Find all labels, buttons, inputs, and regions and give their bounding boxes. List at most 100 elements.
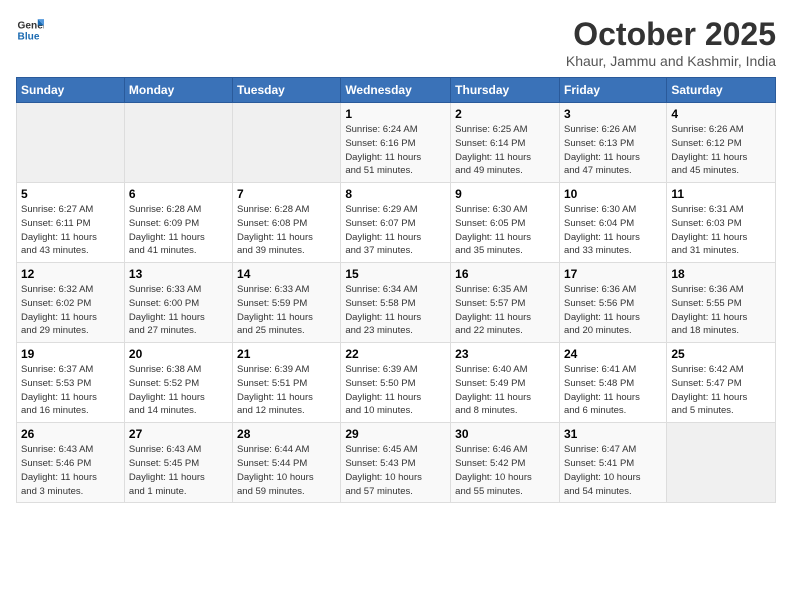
calendar-cell: [667, 423, 776, 503]
calendar-cell: 13 Sunrise: 6:33 AM Sunset: 6:00 PM Dayli…: [124, 263, 232, 343]
calendar-cell: 3 Sunrise: 6:26 AM Sunset: 6:13 PM Daylig…: [559, 103, 666, 183]
day-info: Sunrise: 6:25 AM Sunset: 6:14 PM Dayligh…: [455, 123, 555, 178]
header-day-tuesday: Tuesday: [233, 78, 341, 103]
day-number: 10: [564, 187, 662, 201]
day-info: Sunrise: 6:43 AM Sunset: 5:45 PM Dayligh…: [129, 443, 228, 498]
svg-text:Blue: Blue: [18, 31, 40, 42]
day-number: 19: [21, 347, 120, 361]
calendar-cell: 30 Sunrise: 6:46 AM Sunset: 5:42 PM Dayli…: [451, 423, 560, 503]
day-number: 14: [237, 267, 336, 281]
calendar-cell: 5 Sunrise: 6:27 AM Sunset: 6:11 PM Daylig…: [17, 183, 125, 263]
header-day-thursday: Thursday: [451, 78, 560, 103]
day-number: 4: [671, 107, 771, 121]
day-info: Sunrise: 6:44 AM Sunset: 5:44 PM Dayligh…: [237, 443, 336, 498]
calendar-cell: 11Sunrise: 6:31 AM Sunset: 6:03 PM Dayli…: [667, 183, 776, 263]
day-info: Sunrise: 6:43 AM Sunset: 5:46 PM Dayligh…: [21, 443, 120, 498]
title-block: October 2025 Khaur, Jammu and Kashmir, I…: [566, 16, 776, 69]
day-number: 31: [564, 427, 662, 441]
day-info: Sunrise: 6:46 AM Sunset: 5:42 PM Dayligh…: [455, 443, 555, 498]
calendar-cell: 24 Sunrise: 6:41 AM Sunset: 5:48 PM Dayli…: [559, 343, 666, 423]
day-info: Sunrise: 6:26 AM Sunset: 6:12 PM Dayligh…: [671, 123, 771, 178]
calendar-cell: 6 Sunrise: 6:28 AM Sunset: 6:09 PM Daylig…: [124, 183, 232, 263]
header-day-monday: Monday: [124, 78, 232, 103]
calendar-week-row: 5 Sunrise: 6:27 AM Sunset: 6:11 PM Daylig…: [17, 183, 776, 263]
page-header: General Blue October 2025 Khaur, Jammu a…: [16, 16, 776, 69]
calendar-cell: 8 Sunrise: 6:29 AM Sunset: 6:07 PM Daylig…: [341, 183, 451, 263]
day-info: Sunrise: 6:41 AM Sunset: 5:48 PM Dayligh…: [564, 363, 662, 418]
logo-icon: General Blue: [16, 16, 44, 44]
day-number: 30: [455, 427, 555, 441]
day-info: Sunrise: 6:39 AM Sunset: 5:51 PM Dayligh…: [237, 363, 336, 418]
calendar-cell: 9Sunrise: 6:30 AM Sunset: 6:05 PM Daylig…: [451, 183, 560, 263]
day-info: Sunrise: 6:29 AM Sunset: 6:07 PM Dayligh…: [345, 203, 446, 258]
month-title: October 2025: [566, 16, 776, 53]
calendar-cell: 12 Sunrise: 6:32 AM Sunset: 6:02 PM Dayli…: [17, 263, 125, 343]
location-subtitle: Khaur, Jammu and Kashmir, India: [566, 53, 776, 69]
day-number: 8: [345, 187, 446, 201]
logo: General Blue: [16, 16, 44, 44]
calendar-cell: 20Sunrise: 6:38 AM Sunset: 5:52 PM Dayli…: [124, 343, 232, 423]
day-number: 21: [237, 347, 336, 361]
calendar-cell: 10 Sunrise: 6:30 AM Sunset: 6:04 PM Dayli…: [559, 183, 666, 263]
calendar-cell: 26 Sunrise: 6:43 AM Sunset: 5:46 PM Dayli…: [17, 423, 125, 503]
calendar-cell: [233, 103, 341, 183]
day-number: 28: [237, 427, 336, 441]
day-number: 17: [564, 267, 662, 281]
calendar-body: 1 Sunrise: 6:24 AM Sunset: 6:16 PM Daylig…: [17, 103, 776, 503]
day-number: 3: [564, 107, 662, 121]
day-info: Sunrise: 6:28 AM Sunset: 6:09 PM Dayligh…: [129, 203, 228, 258]
day-info: Sunrise: 6:26 AM Sunset: 6:13 PM Dayligh…: [564, 123, 662, 178]
day-info: Sunrise: 6:47 AM Sunset: 5:41 PM Dayligh…: [564, 443, 662, 498]
header-day-saturday: Saturday: [667, 78, 776, 103]
day-info: Sunrise: 6:27 AM Sunset: 6:11 PM Dayligh…: [21, 203, 120, 258]
calendar-week-row: 19 Sunrise: 6:37 AM Sunset: 5:53 PM Dayli…: [17, 343, 776, 423]
day-number: 18: [671, 267, 771, 281]
day-number: 5: [21, 187, 120, 201]
calendar-cell: 7Sunrise: 6:28 AM Sunset: 6:08 PM Daylig…: [233, 183, 341, 263]
day-number: 7: [237, 187, 336, 201]
calendar-header-row: SundayMondayTuesdayWednesdayThursdayFrid…: [17, 78, 776, 103]
day-number: 1: [345, 107, 446, 121]
header-day-wednesday: Wednesday: [341, 78, 451, 103]
day-info: Sunrise: 6:30 AM Sunset: 6:04 PM Dayligh…: [564, 203, 662, 258]
day-number: 12: [21, 267, 120, 281]
calendar-cell: 15Sunrise: 6:34 AM Sunset: 5:58 PM Dayli…: [341, 263, 451, 343]
calendar-cell: 22 Sunrise: 6:39 AM Sunset: 5:50 PM Dayli…: [341, 343, 451, 423]
calendar-cell: 18 Sunrise: 6:36 AM Sunset: 5:55 PM Dayli…: [667, 263, 776, 343]
calendar-cell: [17, 103, 125, 183]
calendar-table: SundayMondayTuesdayWednesdayThursdayFrid…: [16, 77, 776, 503]
day-info: Sunrise: 6:34 AM Sunset: 5:58 PM Dayligh…: [345, 283, 446, 338]
day-number: 23: [455, 347, 555, 361]
day-info: Sunrise: 6:39 AM Sunset: 5:50 PM Dayligh…: [345, 363, 446, 418]
day-number: 22: [345, 347, 446, 361]
day-info: Sunrise: 6:36 AM Sunset: 5:55 PM Dayligh…: [671, 283, 771, 338]
day-info: Sunrise: 6:33 AM Sunset: 6:00 PM Dayligh…: [129, 283, 228, 338]
day-info: Sunrise: 6:24 AM Sunset: 6:16 PM Dayligh…: [345, 123, 446, 178]
day-number: 2: [455, 107, 555, 121]
calendar-cell: 31 Sunrise: 6:47 AM Sunset: 5:41 PM Dayli…: [559, 423, 666, 503]
day-number: 13: [129, 267, 228, 281]
header-day-friday: Friday: [559, 78, 666, 103]
calendar-cell: 27Sunrise: 6:43 AM Sunset: 5:45 PM Dayli…: [124, 423, 232, 503]
calendar-cell: 23Sunrise: 6:40 AM Sunset: 5:49 PM Dayli…: [451, 343, 560, 423]
day-info: Sunrise: 6:36 AM Sunset: 5:56 PM Dayligh…: [564, 283, 662, 338]
day-info: Sunrise: 6:45 AM Sunset: 5:43 PM Dayligh…: [345, 443, 446, 498]
day-number: 16: [455, 267, 555, 281]
day-info: Sunrise: 6:37 AM Sunset: 5:53 PM Dayligh…: [21, 363, 120, 418]
calendar-cell: 21 Sunrise: 6:39 AM Sunset: 5:51 PM Dayli…: [233, 343, 341, 423]
calendar-week-row: 12 Sunrise: 6:32 AM Sunset: 6:02 PM Dayli…: [17, 263, 776, 343]
calendar-cell: 29 Sunrise: 6:45 AM Sunset: 5:43 PM Dayli…: [341, 423, 451, 503]
day-number: 24: [564, 347, 662, 361]
header-day-sunday: Sunday: [17, 78, 125, 103]
day-number: 26: [21, 427, 120, 441]
day-info: Sunrise: 6:33 AM Sunset: 5:59 PM Dayligh…: [237, 283, 336, 338]
calendar-cell: 25Sunrise: 6:42 AM Sunset: 5:47 PM Dayli…: [667, 343, 776, 423]
calendar-cell: [124, 103, 232, 183]
day-info: Sunrise: 6:32 AM Sunset: 6:02 PM Dayligh…: [21, 283, 120, 338]
day-info: Sunrise: 6:35 AM Sunset: 5:57 PM Dayligh…: [455, 283, 555, 338]
day-number: 6: [129, 187, 228, 201]
calendar-week-row: 26 Sunrise: 6:43 AM Sunset: 5:46 PM Dayli…: [17, 423, 776, 503]
day-info: Sunrise: 6:38 AM Sunset: 5:52 PM Dayligh…: [129, 363, 228, 418]
day-info: Sunrise: 6:42 AM Sunset: 5:47 PM Dayligh…: [671, 363, 771, 418]
day-number: 29: [345, 427, 446, 441]
